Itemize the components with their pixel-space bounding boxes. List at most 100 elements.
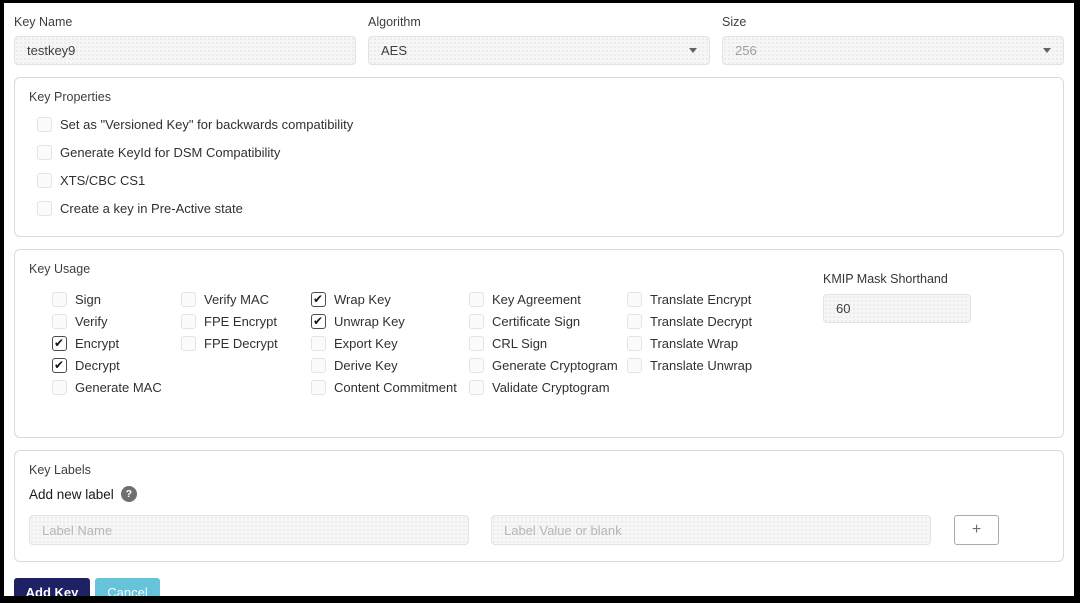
key-usage-option[interactable]: CRL Sign [469, 336, 627, 351]
checkbox[interactable] [37, 145, 52, 160]
algorithm-label: Algorithm [368, 15, 710, 29]
key-usage-option[interactable]: Translate Encrypt [627, 292, 777, 307]
checkbox-label: CRL Sign [492, 336, 547, 351]
checkbox-label: Generate Cryptogram [492, 358, 618, 373]
key-property-option[interactable]: Set as "Versioned Key" for backwards com… [37, 117, 1049, 132]
key-usage-option[interactable]: Decrypt [52, 358, 181, 373]
key-usage-option[interactable]: Unwrap Key [311, 314, 469, 329]
key-usage-option[interactable]: Verify [52, 314, 181, 329]
key-usage-option[interactable]: Certificate Sign [469, 314, 627, 329]
key-usage-option[interactable]: Verify MAC [181, 292, 311, 307]
algorithm-dropdown[interactable]: AES [368, 36, 710, 65]
add-key-form: Key Name Algorithm AES Size 256 Key Prop [0, 0, 1080, 603]
checkbox-label: Sign [75, 292, 101, 307]
key-usage-column-2: Verify MAC FPE Encrypt FPE Decrypt [181, 292, 311, 402]
size-dropdown[interactable]: 256 [722, 36, 1064, 65]
checkbox[interactable] [37, 173, 52, 188]
checkbox[interactable] [52, 314, 67, 329]
key-property-option[interactable]: Create a key in Pre-Active state [37, 201, 1049, 216]
key-usage-option[interactable]: Export Key [311, 336, 469, 351]
key-basics-row: Key Name Algorithm AES Size 256 [14, 15, 1064, 65]
add-key-button[interactable]: Add Key [14, 578, 90, 603]
checkbox[interactable] [627, 314, 642, 329]
key-labels-panel: Key Labels Add new label ? + [14, 450, 1064, 562]
key-usage-option[interactable]: FPE Encrypt [181, 314, 311, 329]
checkbox[interactable] [469, 336, 484, 351]
add-new-label-text: Add new label [29, 487, 114, 502]
checkbox[interactable] [37, 201, 52, 216]
key-usage-column-5: Translate Encrypt Translate Decrypt Tran… [627, 292, 777, 402]
key-usage-panel: Key Usage Sign Verify [14, 249, 1064, 438]
chevron-down-icon [1043, 48, 1051, 53]
checkbox[interactable] [52, 336, 67, 351]
key-usage-column-4: Key Agreement Certificate Sign CRL Sign [469, 292, 627, 402]
key-name-input[interactable] [14, 36, 356, 65]
key-usage-option[interactable]: Translate Decrypt [627, 314, 777, 329]
key-properties-options: Set as "Versioned Key" for backwards com… [37, 117, 1049, 216]
plus-icon: + [972, 522, 981, 538]
key-name-label: Key Name [14, 15, 356, 29]
checkbox-label: Verify MAC [204, 292, 269, 307]
key-property-option[interactable]: Generate KeyId for DSM Compatibility [37, 145, 1049, 160]
checkbox[interactable] [181, 314, 196, 329]
label-value-input[interactable] [491, 515, 931, 545]
key-properties-panel: Key Properties Set as "Versioned Key" fo… [14, 77, 1064, 237]
checkbox[interactable] [52, 358, 67, 373]
key-property-option[interactable]: XTS/CBC CS1 [37, 173, 1049, 188]
checkbox-label: Wrap Key [334, 292, 391, 307]
key-usage-option[interactable]: Sign [52, 292, 181, 307]
key-usage-option[interactable]: Generate Cryptogram [469, 358, 627, 373]
key-labels-title: Key Labels [29, 463, 1049, 477]
checkbox[interactable] [627, 292, 642, 307]
key-properties-title: Key Properties [29, 90, 1049, 104]
key-usage-option[interactable]: Translate Unwrap [627, 358, 777, 373]
checkbox[interactable] [469, 314, 484, 329]
key-usage-option[interactable]: Translate Wrap [627, 336, 777, 351]
checkbox[interactable] [469, 358, 484, 373]
checkbox-label: Set as "Versioned Key" for backwards com… [60, 117, 353, 132]
key-usage-option[interactable]: Generate MAC [52, 380, 181, 395]
checkbox[interactable] [181, 292, 196, 307]
checkbox-label: Encrypt [75, 336, 119, 351]
checkbox-label: Create a key in Pre-Active state [60, 201, 243, 216]
checkbox[interactable] [52, 292, 67, 307]
checkbox[interactable] [52, 380, 67, 395]
key-usage-option[interactable]: Validate Cryptogram [469, 380, 627, 395]
checkbox[interactable] [469, 380, 484, 395]
checkbox[interactable] [311, 380, 326, 395]
cancel-button[interactable]: Cancel [95, 578, 160, 603]
checkbox-label: FPE Decrypt [204, 336, 278, 351]
key-usage-column-3: Wrap Key Unwrap Key Export Key [311, 292, 469, 402]
key-usage-option[interactable]: Wrap Key [311, 292, 469, 307]
key-usage-option[interactable]: Key Agreement [469, 292, 627, 307]
checkbox-label: Translate Decrypt [650, 314, 752, 329]
key-usage-option[interactable]: Encrypt [52, 336, 181, 351]
add-new-label-row: Add new label ? [29, 486, 1049, 502]
checkbox[interactable] [627, 358, 642, 373]
label-name-input[interactable] [29, 515, 469, 545]
checkbox-label: Validate Cryptogram [492, 380, 610, 395]
key-usage-option[interactable]: Content Commitment [311, 380, 469, 395]
checkbox[interactable] [311, 292, 326, 307]
checkbox-label: Content Commitment [334, 380, 457, 395]
size-value: 256 [735, 43, 757, 58]
checkbox-label: Export Key [334, 336, 398, 351]
checkbox[interactable] [311, 336, 326, 351]
key-usage-option[interactable]: FPE Decrypt [181, 336, 311, 351]
checkbox-label: Key Agreement [492, 292, 581, 307]
checkbox[interactable] [311, 358, 326, 373]
checkbox[interactable] [469, 292, 484, 307]
key-usage-column-1: Sign Verify Encrypt [52, 292, 181, 402]
checkbox-label: FPE Encrypt [204, 314, 277, 329]
checkbox[interactable] [181, 336, 196, 351]
checkbox-label: Translate Encrypt [650, 292, 751, 307]
form-actions: Add Key Cancel [14, 578, 1064, 603]
checkbox[interactable] [627, 336, 642, 351]
checkbox-label: Translate Unwrap [650, 358, 752, 373]
key-usage-option[interactable]: Derive Key [311, 358, 469, 373]
checkbox[interactable] [37, 117, 52, 132]
checkbox[interactable] [311, 314, 326, 329]
kmip-mask-input[interactable] [823, 294, 971, 323]
add-label-button[interactable]: + [954, 515, 999, 545]
help-icon[interactable]: ? [121, 486, 137, 502]
